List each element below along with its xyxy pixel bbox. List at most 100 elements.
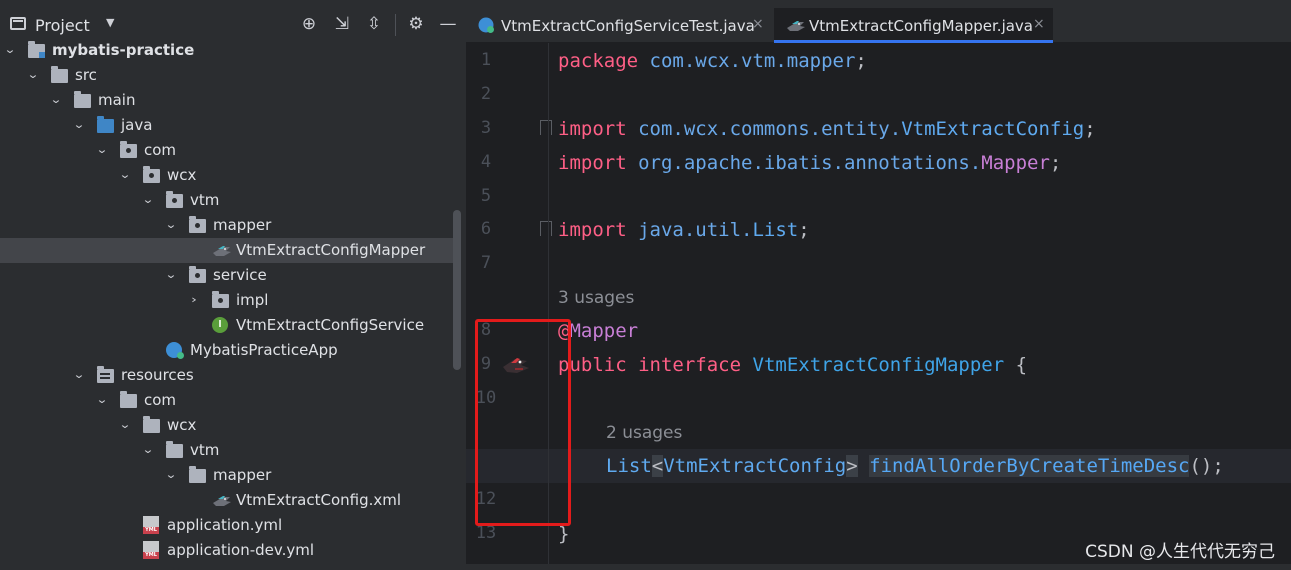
tree-item[interactable]: ⌄ mapper	[0, 213, 454, 238]
tree-item-label: application-dev.yml	[167, 541, 315, 559]
code-line-4[interactable]: import org.apache.ibatis.annotations.Map…	[558, 152, 1061, 174]
chevron-down-icon[interactable]: ⌄	[71, 118, 87, 131]
chevron-right-icon[interactable]: ›	[186, 293, 202, 306]
package-icon	[120, 141, 137, 158]
code-line-13[interactable]: }	[558, 523, 569, 545]
tree-item[interactable]: ⌄ src	[0, 63, 454, 88]
interface-name: VtmExtractConfigMapper	[752, 354, 1005, 376]
code-line-3[interactable]: import com.wcx.commons.entity.VtmExtract…	[558, 118, 1096, 140]
class-name: List	[752, 219, 799, 241]
keyword: import	[558, 118, 627, 140]
tree-item[interactable]: ⌄ mapper	[0, 463, 454, 488]
tab-vtm-extract-config-service-test[interactable]: VtmExtractConfigServiceTest.java ×	[466, 8, 772, 43]
chevron-down-icon[interactable]: ⌄	[117, 418, 133, 431]
semicolon: ;	[1084, 118, 1096, 140]
project-view-selector[interactable]: Project	[35, 16, 90, 35]
tree-item[interactable]: ⌄ java	[0, 113, 454, 138]
tree-item[interactable]: ⌄ resources	[0, 363, 454, 388]
tab-vtm-extract-config-mapper[interactable]: VtmExtractConfigMapper.java ×	[774, 8, 1053, 43]
highlight-box	[475, 319, 571, 526]
chevron-down-icon[interactable]: ⌄	[163, 468, 179, 481]
usages-hint[interactable]: 3 usages	[558, 288, 634, 308]
chevron-down-icon[interactable]: ⌄	[94, 143, 110, 156]
bracket: >	[846, 455, 858, 477]
semicolon: ;	[1049, 152, 1062, 174]
parens: ();	[1189, 455, 1224, 477]
line-number[interactable]: 7	[466, 253, 506, 273]
tree-item[interactable]: ⌄ service	[0, 263, 454, 288]
tree-item[interactable]: ⌄ main	[0, 88, 454, 113]
tree-item[interactable]: › impl	[0, 288, 454, 313]
expand-all-icon[interactable]: ⇲	[332, 14, 352, 34]
close-icon[interactable]: ×	[1033, 16, 1045, 32]
package-icon	[212, 291, 229, 308]
line-number[interactable]: 5	[466, 186, 506, 206]
line-number[interactable]: 13	[466, 523, 506, 543]
tree-item-label: vtm	[190, 441, 220, 459]
editor-tab-bar: VtmExtractConfigServiceTest.java × VtmEx…	[466, 0, 1291, 43]
collapse-all-icon[interactable]: ⇳	[364, 14, 384, 34]
import-path: java.util.	[626, 219, 753, 241]
line-number[interactable]: 2	[466, 84, 506, 104]
code-line-9[interactable]: public interface VtmExtractConfigMapper …	[558, 354, 1027, 376]
code-line-1[interactable]: package com.wcx.vtm.mapper;	[558, 50, 867, 72]
tree-item[interactable]: YML application-dev.yml	[0, 538, 454, 563]
code-line-11[interactable]: List<VtmExtractConfig> findAllOrderByCre…	[606, 455, 1224, 477]
tree-item[interactable]: ⌄ com	[0, 138, 454, 163]
chevron-down-icon[interactable]: ▼	[106, 16, 114, 29]
hide-panel-icon[interactable]: —	[438, 14, 458, 34]
tree-item[interactable]: ⌄ wcx	[0, 163, 454, 188]
tree-item[interactable]: ⌄ vtm	[0, 188, 454, 213]
package-name: com.wcx.vtm.mapper	[638, 50, 856, 72]
tree-item[interactable]: MybatisPracticeApp	[0, 338, 454, 363]
chevron-down-icon[interactable]: ⌄	[140, 193, 156, 206]
bracket: <	[651, 455, 664, 477]
import-path: org.apache.ibatis.annotations.	[626, 152, 982, 174]
tree-item[interactable]: VtmExtractConfigMapper	[0, 238, 454, 263]
code-line-6[interactable]: import java.util.List;	[558, 219, 810, 241]
resources-folder-icon	[97, 366, 114, 383]
fold-marker-icon[interactable]	[540, 221, 552, 236]
annotation-name: Mapper	[569, 320, 639, 342]
semicolon: ;	[855, 50, 867, 72]
tree-item[interactable]: YML application.yml	[0, 513, 454, 538]
interface-icon: I	[212, 317, 228, 333]
tree-item-label: src	[75, 66, 97, 84]
tree-item[interactable]: I VtmExtractConfigService	[0, 313, 454, 338]
chevron-down-icon[interactable]: ⌄	[163, 268, 179, 281]
fold-marker-icon[interactable]	[540, 120, 552, 135]
tree-item[interactable]: VtmExtractConfig.xml	[0, 488, 454, 513]
locate-file-icon[interactable]: ⊕	[299, 14, 319, 34]
close-icon[interactable]: ×	[752, 16, 764, 32]
chevron-down-icon[interactable]: ⌄	[25, 68, 41, 81]
tree-item[interactable]: ⌄ com	[0, 388, 454, 413]
tree-item-label: VtmExtractConfigMapper	[236, 241, 426, 259]
line-number[interactable]: 4	[466, 152, 506, 172]
usages-hint[interactable]: 2 usages	[606, 423, 682, 443]
chevron-down-icon[interactable]: ⌄	[140, 443, 156, 456]
yml-file-icon: YML	[143, 516, 159, 534]
tree-item[interactable]: ⌄ wcx	[0, 413, 454, 438]
spring-class-icon	[478, 17, 494, 33]
import-path: com.wcx.commons.entity.	[626, 118, 902, 140]
chevron-down-icon[interactable]: ⌄	[117, 168, 133, 181]
chevron-down-icon[interactable]: ⌄	[71, 368, 87, 381]
gear-icon[interactable]: ⚙	[406, 14, 426, 34]
chevron-down-icon[interactable]: ⌄	[2, 43, 18, 56]
line-number[interactable]: 6	[466, 219, 506, 239]
line-number[interactable]: 3	[466, 118, 506, 138]
package-icon	[189, 266, 206, 283]
chevron-down-icon[interactable]: ⌄	[163, 218, 179, 231]
brace: {	[1004, 354, 1028, 376]
tree-item[interactable]: ⌄ vtm	[0, 438, 454, 463]
chevron-down-icon[interactable]: ⌄	[48, 93, 64, 106]
tree-scrollbar[interactable]	[453, 210, 461, 370]
chevron-down-icon[interactable]: ⌄	[94, 393, 110, 406]
tree-item[interactable]: ⌄ mybatis-practice	[0, 38, 454, 63]
line-number[interactable]: 1	[466, 50, 506, 70]
project-tool-window: Project ▼ ⊕ ⇲ ⇳ ⚙ — ⌄ mybatis-practice ⌄ sr…	[0, 0, 464, 570]
tree-item-label: mybatis-practice	[52, 41, 195, 59]
mybatis-bird-icon	[212, 492, 232, 508]
yml-file-icon: YML	[143, 541, 159, 559]
class-name: VtmExtractConfig	[901, 118, 1085, 140]
